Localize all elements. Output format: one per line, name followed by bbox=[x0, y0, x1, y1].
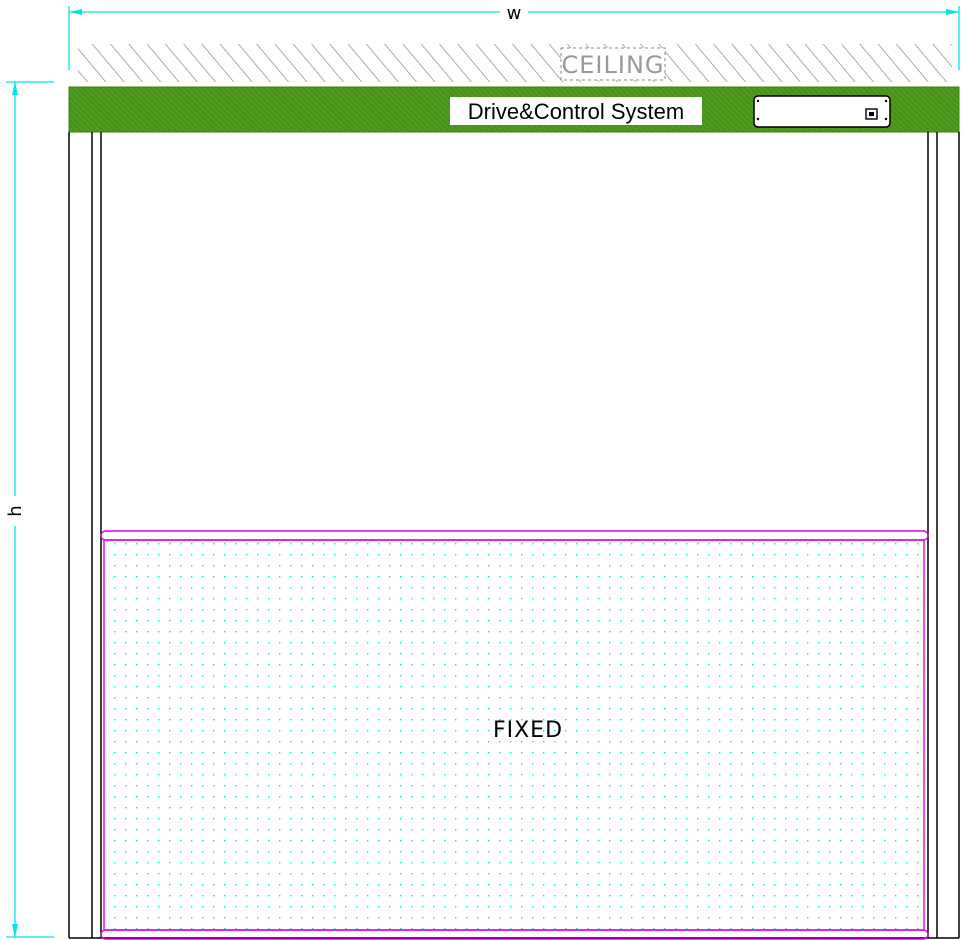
width-label: w bbox=[507, 3, 522, 24]
height-label: h bbox=[5, 505, 26, 516]
drive-control-band: Drive&Control System bbox=[68, 86, 960, 133]
control-box-screw bbox=[884, 99, 888, 103]
control-box-screw bbox=[884, 117, 888, 121]
control-box-screw bbox=[756, 99, 760, 103]
control-box-screw bbox=[756, 117, 760, 121]
fixed-panel: FIXED bbox=[100, 530, 929, 940]
height-dimension: h bbox=[5, 81, 54, 938]
ceiling: CEILING bbox=[78, 44, 952, 82]
fixed-panel-top-rail bbox=[100, 530, 929, 541]
door-elevation-drawing: w h CEILING Drive&Control System FIXED bbox=[5, 3, 960, 940]
ceiling-hatch bbox=[78, 44, 952, 82]
ceiling-label: CEILING bbox=[562, 51, 665, 79]
fixed-panel-label: FIXED bbox=[493, 718, 563, 743]
drive-system-label: Drive&Control System bbox=[468, 99, 684, 124]
control-switch-icon bbox=[865, 108, 878, 120]
